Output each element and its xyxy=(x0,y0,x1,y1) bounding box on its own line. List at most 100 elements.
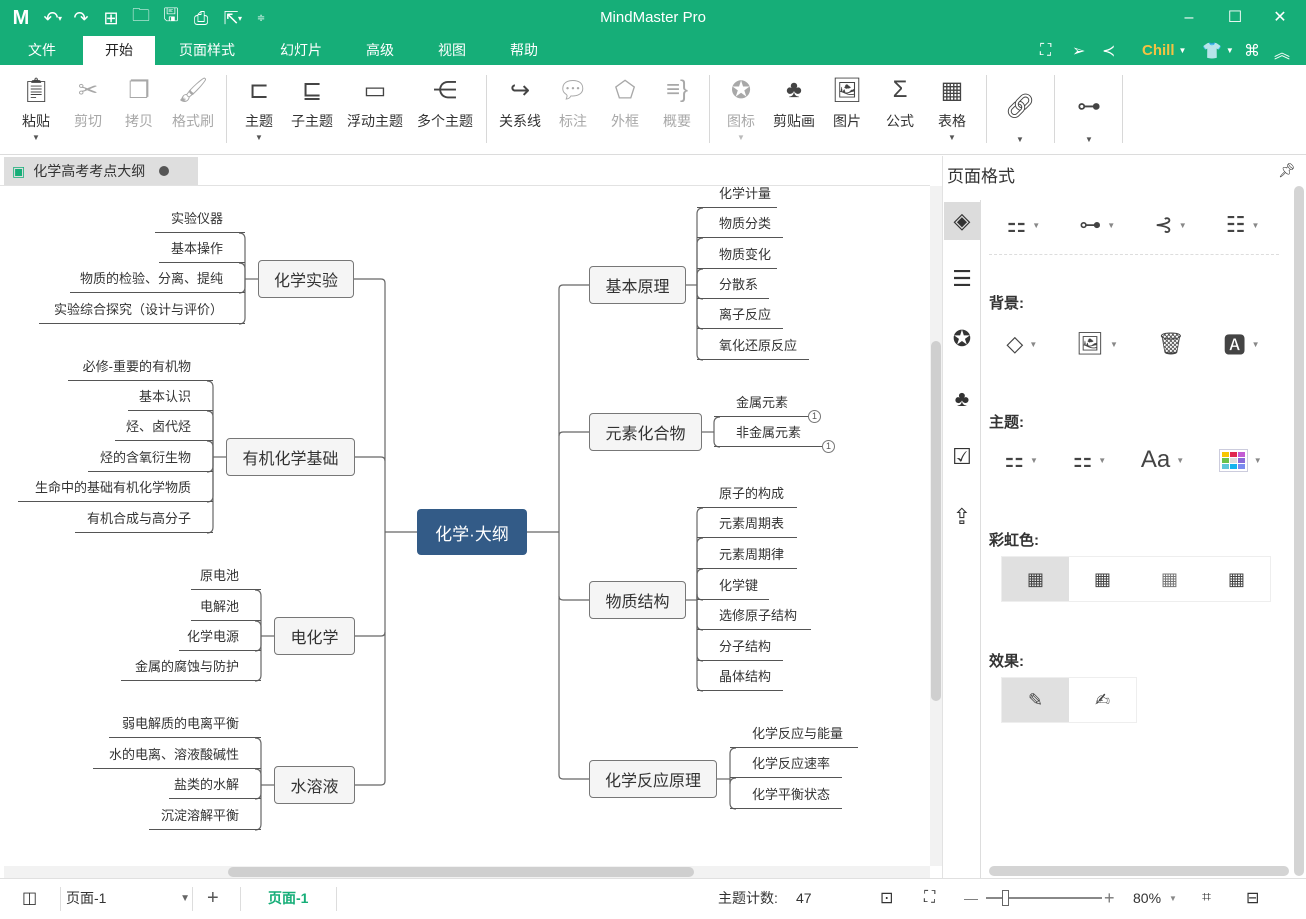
export-dropdown-icon[interactable]: ▾ xyxy=(238,14,242,23)
root-topic[interactable]: 化学·大纲 xyxy=(417,509,527,555)
send-icon[interactable]: ➢ xyxy=(1072,36,1085,65)
subtopic[interactable]: 化学反应与能量 xyxy=(730,724,858,748)
layout-style-button[interactable]: ⊶ ▼ xyxy=(1079,212,1115,238)
rainbow-option-1[interactable]: ▦ xyxy=(1002,557,1069,601)
menu-file[interactable]: 文件 xyxy=(14,36,70,65)
cut-button[interactable]: ✂ 剪切 xyxy=(61,73,115,131)
subtopic[interactable]: 非金属元素 xyxy=(714,423,824,447)
watermark-button[interactable]: 🅰︎ ▼ xyxy=(1224,328,1260,360)
app-logo-icon[interactable]: M xyxy=(6,0,36,36)
maximize-button[interactable]: ☐ xyxy=(1223,6,1247,30)
color-scheme-button[interactable]: ▼ xyxy=(1218,448,1262,472)
subtopic[interactable]: 元素周期律 xyxy=(697,545,797,569)
theme-selector[interactable]: Chill ▼ xyxy=(1142,36,1186,65)
customize-icon[interactable]: ≑ xyxy=(246,0,276,36)
subtopic[interactable]: 原电池 xyxy=(191,566,261,590)
subtopic[interactable]: 选修原子结构 xyxy=(697,606,811,630)
subtopic[interactable]: 物质分类 xyxy=(697,214,783,238)
main-topic[interactable]: 元素化合物 xyxy=(589,413,702,451)
skin-icon[interactable]: 👕 ▼ xyxy=(1202,36,1234,65)
font-button[interactable]: Aa ▼ xyxy=(1141,446,1184,474)
add-page-button[interactable]: + xyxy=(207,879,219,917)
fullscreen-icon[interactable]: ⛶ xyxy=(924,879,935,917)
connector-style-button[interactable]: ⊰ ▼ xyxy=(1154,212,1186,238)
main-topic[interactable]: 化学实验 xyxy=(258,260,354,298)
multiple-topics-button[interactable]: ⋲ 多个主题 xyxy=(415,73,475,131)
menu-slides[interactable]: 幻灯片 xyxy=(266,36,336,65)
outline-icon[interactable]: ☰ xyxy=(944,260,980,298)
remove-background-image-button[interactable]: 🗑︎ xyxy=(1157,331,1185,357)
menu-help[interactable]: 帮助 xyxy=(496,36,552,65)
share-icon[interactable]: ≺ xyxy=(1102,36,1115,65)
main-topic[interactable]: 水溶液 xyxy=(274,766,355,804)
close-button[interactable]: ✕ xyxy=(1268,6,1292,30)
link-button[interactable]: 🔗︎ ▼ xyxy=(993,89,1047,145)
paste-button[interactable]: 📋︎ 粘贴 ▼ xyxy=(9,73,63,143)
copy-button[interactable]: ❐ 拷贝 xyxy=(112,73,166,131)
effect-handdrawn-icon[interactable]: ✍ xyxy=(1069,678,1136,722)
subtopic[interactable]: 氧化还原反应 xyxy=(697,336,809,360)
relationship-button[interactable]: ↪ 关系线 xyxy=(493,73,547,131)
callout-button[interactable]: 💬︎ 标注 xyxy=(546,73,600,131)
boundary-button[interactable]: ⬠ 外框 xyxy=(598,73,652,131)
subtopic[interactable]: 基本认识 xyxy=(128,387,213,411)
subtopic[interactable]: 化学平衡状态 xyxy=(730,785,842,809)
subtopic[interactable]: 元素周期表 xyxy=(697,514,797,538)
vertical-scrollbar[interactable] xyxy=(930,186,942,866)
zoom-thumb[interactable] xyxy=(1002,890,1010,906)
clipart-button[interactable]: ♣ 剪贴画 xyxy=(767,73,821,131)
main-topic[interactable]: 基本原理 xyxy=(589,266,686,304)
pin-icon[interactable]: 📌︎ xyxy=(1278,162,1296,179)
subtopic[interactable]: 分子结构 xyxy=(697,637,783,661)
format-painter-button[interactable]: 🖌︎ 格式刷 xyxy=(166,73,220,131)
clipart-library-icon[interactable]: ♣ xyxy=(944,380,980,418)
mark-button[interactable]: ✪ 图标 ▼ xyxy=(714,73,768,143)
formula-button[interactable]: Σ 公式 xyxy=(873,73,927,131)
note-count-badge[interactable]: 1 xyxy=(808,410,821,423)
icon-library-icon[interactable]: ✪ xyxy=(944,320,980,358)
new-icon[interactable]: ⊞ xyxy=(96,0,126,36)
subtopic[interactable]: 烃、卤代烃 xyxy=(115,417,213,441)
document-tab[interactable]: ▣ 化学高考考点大纲 xyxy=(4,157,198,185)
floating-topic-button[interactable]: ▭ 浮动主题 xyxy=(345,73,405,131)
structure-button[interactable]: ⚏ ▼ xyxy=(1007,212,1041,238)
subtopic[interactable]: 弱电解质的电离平衡 xyxy=(109,714,261,738)
subtopic[interactable]: 实验仪器 xyxy=(155,209,245,233)
collapse-ribbon-icon[interactable]: ︽ xyxy=(1274,36,1290,65)
subtopic[interactable]: 物质的检验、分离、提纯 xyxy=(70,269,245,293)
summary-button[interactable]: ≡} 概要 xyxy=(650,73,704,131)
panel-scrollbar[interactable] xyxy=(1294,186,1304,876)
zoom-in-button[interactable]: + xyxy=(1104,879,1115,917)
mindmap-canvas[interactable]: 化学·大纲 化学实验 实验仪器 基本操作 物质的检验、分离、提纯 实验综合探究（设计与评价… xyxy=(4,186,930,866)
subtopic[interactable]: 烃的含氧衍生物 xyxy=(88,448,213,472)
subtopic-button[interactable]: ⊑ 子主题 xyxy=(285,73,339,131)
subtopic[interactable]: 生命中的基础有机化学物质 xyxy=(18,478,213,502)
export-panel-icon[interactable]: ⇪ xyxy=(944,498,980,536)
note-count-badge[interactable]: 1 xyxy=(822,440,835,453)
menu-home[interactable]: 开始 xyxy=(83,36,155,65)
menu-page-style[interactable]: 页面样式 xyxy=(166,36,248,65)
subtopic[interactable]: 化学键 xyxy=(697,576,769,600)
scrollbar-thumb[interactable] xyxy=(931,341,941,701)
subtopic[interactable]: 金属的腐蚀与防护 xyxy=(121,657,261,681)
subtopic[interactable]: 化学电源 xyxy=(179,627,261,651)
menu-advanced[interactable]: 高级 xyxy=(352,36,408,65)
picture-button[interactable]: 🖼︎ 图片 xyxy=(820,73,874,131)
layout-button[interactable]: ⊶ ▼ xyxy=(1062,89,1116,145)
subtopic[interactable]: 化学计量 xyxy=(697,186,777,208)
effect-normal-icon[interactable]: ✎ xyxy=(1002,678,1069,722)
subtopic[interactable]: 水的电离、溶液酸碱性 xyxy=(93,745,261,769)
subtopic[interactable]: 物质变化 xyxy=(697,245,777,269)
subtopic[interactable]: 有机合成与高分子 xyxy=(75,509,213,533)
subtopic[interactable]: 金属元素 xyxy=(714,393,810,417)
topic-button[interactable]: ⊏ 主题 ▼ xyxy=(232,73,286,143)
page-panel-toggle-icon[interactable]: ◫ xyxy=(22,879,37,917)
theme-button[interactable]: ⚏ ▼ xyxy=(1004,447,1038,473)
subtopic[interactable]: 电解池 xyxy=(191,597,261,621)
subtopic[interactable]: 必修-重要的有机物 xyxy=(68,357,213,381)
insert-background-image-button[interactable]: 🖼︎ ▼ xyxy=(1076,331,1118,357)
horizontal-scrollbar[interactable] xyxy=(4,866,930,878)
zoom-slider[interactable] xyxy=(986,879,1102,917)
zoom-level[interactable]: 80% ▼ xyxy=(1133,879,1177,917)
undo-dropdown-icon[interactable]: ▾ xyxy=(58,14,62,23)
